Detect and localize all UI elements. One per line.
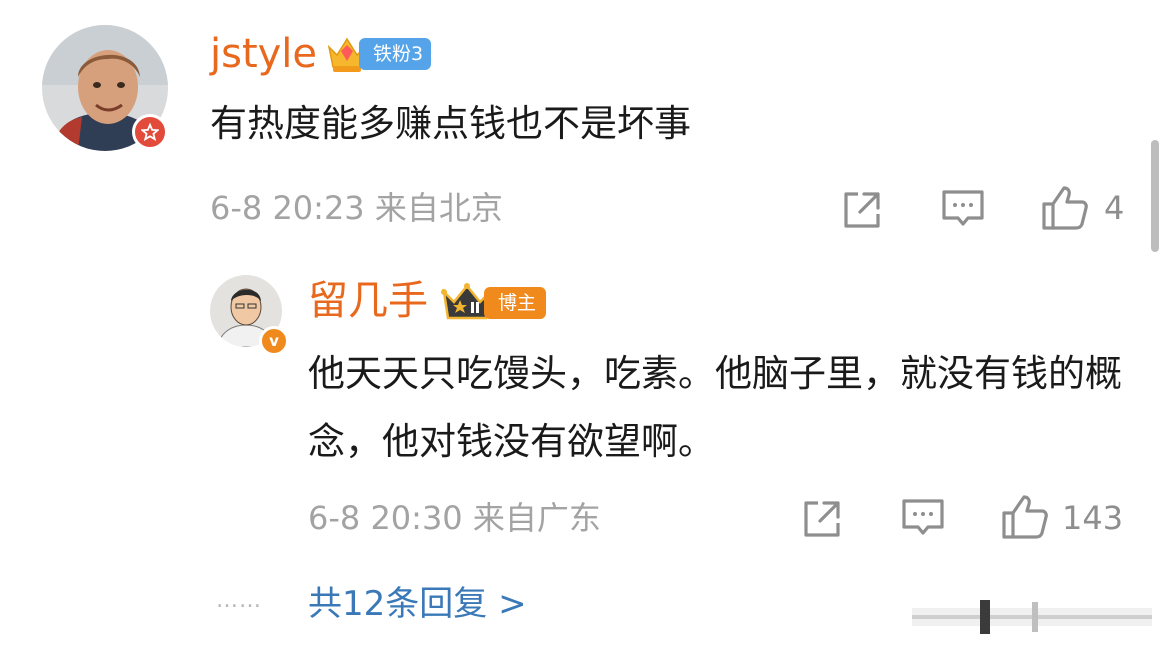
comment-text: 有热度能多赚点钱也不是坏事 (210, 102, 691, 145)
reply-like-icon[interactable] (1000, 493, 1050, 541)
fan-badge-label: 铁粉3 (359, 38, 432, 70)
comment-meta: 6-8 20:23 来自北京 (210, 189, 503, 227)
reply-comment-icon[interactable] (900, 497, 946, 541)
host-badge[interactable]: 博主 (440, 282, 547, 324)
reply-share-icon[interactable] (800, 497, 844, 541)
more-replies-link[interactable]: 共12条回复 > (308, 582, 527, 626)
host-badge-label: 博主 (484, 287, 547, 319)
scrollbar[interactable] (1151, 140, 1159, 252)
verified-v-icon: v (259, 326, 289, 356)
watermark (912, 600, 1152, 634)
reply-like-count: 143 (1062, 499, 1124, 537)
verified-badge-icon (132, 114, 168, 150)
reply-meta: 6-8 20:30 来自广东 (308, 499, 601, 537)
more-dots: …… (216, 588, 262, 613)
share-icon[interactable] (840, 188, 884, 232)
fan-badge[interactable]: 铁粉3 (325, 33, 432, 75)
like-count: 4 (1104, 189, 1125, 227)
comment-username[interactable]: jstyle (210, 30, 317, 78)
reply-username[interactable]: 留几手 (308, 277, 428, 325)
reply-text: 他天天只吃馒头，吃素。他脑子里，就没有钱的概念，他对钱没有欲望啊。 (308, 352, 1122, 463)
comment-icon[interactable] (940, 188, 986, 232)
like-icon[interactable] (1040, 184, 1090, 232)
